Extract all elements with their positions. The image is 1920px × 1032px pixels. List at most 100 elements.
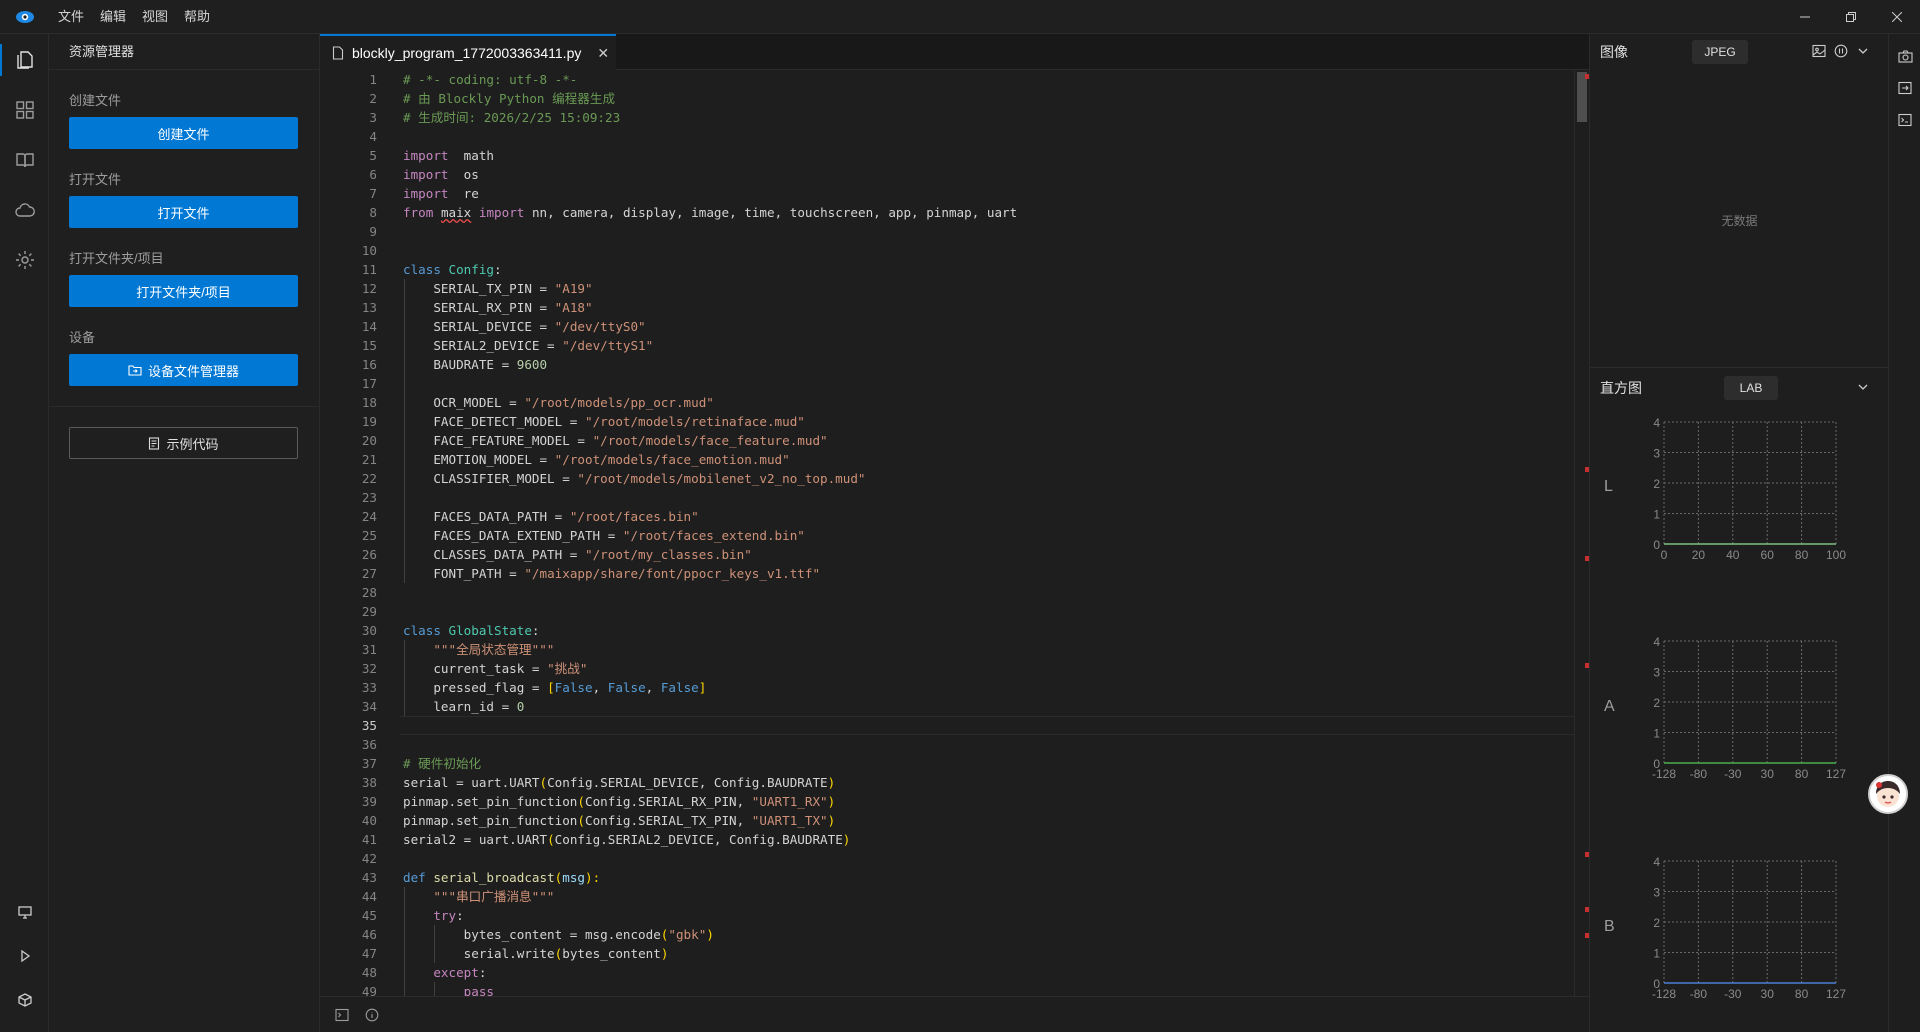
code-line[interactable]: 48 except: <box>320 963 1589 982</box>
code-text: SERIAL2_DEVICE = "/dev/ttyS1" <box>403 338 654 353</box>
code-line[interactable]: 39 pinmap.set_pin_function(Config.SERIAL_… <box>320 792 1589 811</box>
code-line[interactable]: 32 current_task = "挑战" <box>320 659 1589 678</box>
code-line[interactable]: 17 <box>320 374 1589 393</box>
info-icon[interactable] <box>365 1008 379 1022</box>
console-icon[interactable] <box>1889 104 1920 136</box>
code-line[interactable]: 27 FONT_PATH = "/maixapp/share/font/ppoc… <box>320 564 1589 583</box>
import-icon[interactable] <box>1889 72 1920 104</box>
code-line[interactable]: 35 <box>320 716 1589 735</box>
code-text: class GlobalState: <box>403 623 540 638</box>
code-line[interactable]: 6 import os <box>320 165 1589 184</box>
code-line[interactable]: 11 class Config: <box>320 260 1589 279</box>
code-line[interactable]: 30 class GlobalState: <box>320 621 1589 640</box>
camera-icon[interactable] <box>1889 40 1920 72</box>
code-line[interactable]: 1 # -*- coding: utf-8 -*- <box>320 70 1589 89</box>
extensions-grid-icon[interactable] <box>0 88 49 132</box>
editor-tab-bar: blockly_program_1772003363411.py ✕ <box>320 34 1589 70</box>
code-line[interactable]: 29 <box>320 602 1589 621</box>
cloud-icon[interactable] <box>0 188 49 232</box>
code-line[interactable]: 34 learn_id = 0 <box>320 697 1589 716</box>
x-tick-label: 0 <box>1661 548 1668 562</box>
menu-view[interactable]: 视图 <box>134 0 176 34</box>
editor-tab[interactable]: blockly_program_1772003363411.py ✕ <box>320 34 616 70</box>
code-text: """串口广播消息""" <box>403 889 555 904</box>
code-line[interactable]: 22 CLASSIFIER_MODEL = "/root/models/mobi… <box>320 469 1589 488</box>
code-line[interactable]: 7 import re <box>320 184 1589 203</box>
package-cube-icon[interactable] <box>0 978 49 1022</box>
code-line[interactable]: 41 serial2 = uart.UART(Config.SERIAL2_DEV… <box>320 830 1589 849</box>
example-code-button[interactable]: 示例代码 <box>69 427 298 459</box>
terminal-icon[interactable] <box>335 1008 349 1022</box>
explorer-icon[interactable] <box>0 38 49 82</box>
tab-close-icon[interactable]: ✕ <box>597 45 609 62</box>
code-line[interactable]: 2 # 由 Blockly Python 编程器生成 <box>320 89 1589 108</box>
menu-help[interactable]: 帮助 <box>176 0 218 34</box>
open-file-button[interactable]: 打开文件 <box>69 196 298 228</box>
y-tick-label: 3 <box>1653 886 1660 900</box>
code-line[interactable]: 45 try: <box>320 906 1589 925</box>
scrollbar-thumb[interactable] <box>1577 72 1587 122</box>
image-panel-chevron-icon[interactable] <box>1856 44 1870 61</box>
settings-gear-icon[interactable] <box>0 238 49 282</box>
code-line[interactable]: 3 # 生成时间: 2026/2/25 15:09:23 <box>320 108 1589 127</box>
device-file-manager-button[interactable]: 设备文件管理器 <box>69 354 298 386</box>
code-line[interactable]: 9 <box>320 222 1589 241</box>
preview-panel: 图像 JPEG 无数据 直方图 LAB L 0 20 40 60 80 100 0 1 2 3 4 … <box>1589 34 1889 1032</box>
code-line[interactable]: 16 BAUDRATE = 9600 <box>320 355 1589 374</box>
assistant-avatar[interactable] <box>1868 774 1908 814</box>
line-number: 49 <box>361 984 377 996</box>
code-line[interactable]: 21 EMOTION_MODEL = "/root/models/face_em… <box>320 450 1589 469</box>
code-line[interactable]: 49 pass <box>320 982 1589 996</box>
code-line[interactable]: 4 <box>320 127 1589 146</box>
device-monitor-icon[interactable] <box>0 890 49 934</box>
code-line[interactable]: 43 def serial_broadcast(msg): <box>320 868 1589 887</box>
code-text: CLASSES_DATA_PATH = "/root/my_classes.bi… <box>403 547 752 562</box>
code-line[interactable]: 28 <box>320 583 1589 602</box>
code-line[interactable]: 12 SERIAL_TX_PIN = "A19" <box>320 279 1589 298</box>
histogram-chevron-icon[interactable] <box>1856 380 1870 397</box>
code-line[interactable]: 26 CLASSES_DATA_PATH = "/root/my_classes… <box>320 545 1589 564</box>
code-line[interactable]: 31 """全局状态管理""" <box>320 640 1589 659</box>
code-line[interactable]: 20 FACE_FEATURE_MODEL = "/root/models/fa… <box>320 431 1589 450</box>
histogram-label-l: L <box>1604 478 1613 495</box>
code-line[interactable]: 25 FACES_DATA_EXTEND_PATH = "/root/faces… <box>320 526 1589 545</box>
histogram-mode-select[interactable]: LAB <box>1724 376 1778 400</box>
code-line[interactable]: 14 SERIAL_DEVICE = "/dev/ttyS0" <box>320 317 1589 336</box>
open-folder-button-label: 打开文件夹/项目 <box>136 284 231 300</box>
menu-file[interactable]: 文件 <box>50 0 92 34</box>
line-number: 24 <box>361 509 377 524</box>
code-line[interactable]: 18 OCR_MODEL = "/root/models/pp_ocr.mud" <box>320 393 1589 412</box>
close-window-icon[interactable] <box>1874 0 1920 34</box>
code-line[interactable]: 8 from maix import nn, camera, display, i… <box>320 203 1589 222</box>
menu-edit[interactable]: 编辑 <box>92 0 134 34</box>
code-line[interactable]: 13 SERIAL_RX_PIN = "A18" <box>320 298 1589 317</box>
code-line[interactable]: 36 <box>320 735 1589 754</box>
minimize-icon[interactable] <box>1782 0 1828 34</box>
code-editor[interactable]: 1 # -*- coding: utf-8 -*- 2 # 由 Blockly Pyt… <box>320 70 1589 996</box>
code-line[interactable]: 33 pressed_flag = [False, False, False] <box>320 678 1589 697</box>
code-text: learn_id = 0 <box>403 699 525 714</box>
book-icon[interactable] <box>0 138 49 182</box>
code-line[interactable]: 23 <box>320 488 1589 507</box>
code-line[interactable]: 5 import math <box>320 146 1589 165</box>
code-line[interactable]: 24 FACES_DATA_PATH = "/root/faces.bin" <box>320 507 1589 526</box>
code-line[interactable]: 44 """串口广播消息""" <box>320 887 1589 906</box>
code-line[interactable]: 15 SERIAL2_DEVICE = "/dev/ttyS1" <box>320 336 1589 355</box>
code-line[interactable]: 38 serial = uart.UART(Config.SERIAL_DEVIC… <box>320 773 1589 792</box>
code-line[interactable]: 46 bytes_content = msg.encode("gbk") <box>320 925 1589 944</box>
pause-icon[interactable] <box>1834 44 1848 61</box>
code-line[interactable]: 47 serial.write(bytes_content) <box>320 944 1589 963</box>
code-line[interactable]: 19 FACE_DETECT_MODEL = "/root/models/ret… <box>320 412 1589 431</box>
editor-scrollbar[interactable] <box>1574 70 1591 996</box>
run-play-icon[interactable] <box>0 934 49 978</box>
editor-area: blockly_program_1772003363411.py ✕ 1 # -*… <box>320 34 1591 1032</box>
code-line[interactable]: 10 <box>320 241 1589 260</box>
save-image-icon[interactable] <box>1812 44 1826 61</box>
code-line[interactable]: 40 pinmap.set_pin_function(Config.SERIAL_… <box>320 811 1589 830</box>
create-file-button[interactable]: 创建文件 <box>69 117 298 149</box>
code-line[interactable]: 37 # 硬件初始化 <box>320 754 1589 773</box>
image-format-select[interactable]: JPEG <box>1692 40 1748 64</box>
open-folder-button[interactable]: 打开文件夹/项目 <box>69 275 298 307</box>
restore-icon[interactable] <box>1828 0 1874 34</box>
code-line[interactable]: 42 <box>320 849 1589 868</box>
